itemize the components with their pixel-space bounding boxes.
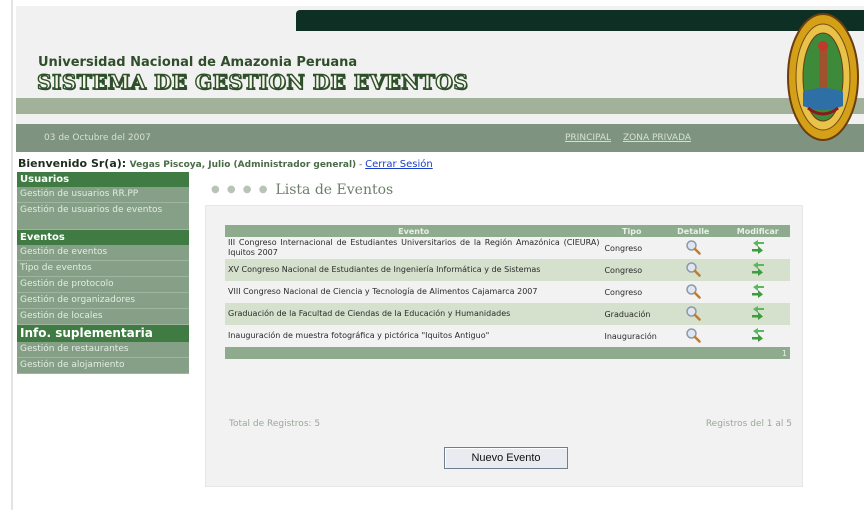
- cell-tipo: Inauguración: [602, 325, 662, 347]
- top-dark-bar: [296, 10, 864, 31]
- records-range: Registros del 1 al 5: [705, 419, 792, 429]
- cell-modificar: [725, 237, 790, 259]
- cell-detalle: [661, 325, 726, 347]
- cell-evento: III Congreso Internacional de Estudiante…: [225, 237, 603, 259]
- cell-modificar: [725, 303, 790, 325]
- left-border-line: [11, 0, 13, 510]
- magnifier-icon[interactable]: [685, 261, 702, 279]
- sidebar-item-protocolo[interactable]: Gestión de protocolo: [17, 277, 189, 293]
- magnifier-icon[interactable]: [685, 283, 702, 301]
- cell-detalle: [661, 237, 726, 259]
- cell-detalle: [661, 281, 726, 303]
- green-arrows-icon[interactable]: [750, 284, 766, 300]
- cell-evento: Inauguración de muestra fotográfica y pi…: [225, 325, 603, 347]
- page-title-text: Lista de Eventos: [275, 182, 394, 198]
- table-row: Graduación de la Facultad de Ciendas de …: [225, 303, 790, 325]
- total-records: Total de Registros: 5: [229, 419, 321, 429]
- green-arrows-icon[interactable]: [750, 262, 766, 278]
- table-row: III Congreso Internacional de Estudiante…: [225, 237, 790, 259]
- welcome-line: Bienvenido Sr(a): Vegas Piscoya, Julio (…: [18, 157, 433, 170]
- sidebar-item-usuarios-rrpp[interactable]: Gestión de usuarios RR.PP: [17, 187, 189, 203]
- cell-modificar: [725, 281, 790, 303]
- sidebar-item-organizadores[interactable]: Gestión de organizadores: [17, 293, 189, 309]
- sidebar-item-gestion-eventos[interactable]: Gestión de eventos: [17, 245, 189, 261]
- cell-evento: VIII Congreso Nacional de Ciencia y Tecn…: [225, 281, 603, 303]
- column-header-tipo: Tipo: [602, 225, 662, 237]
- current-date: 03 de Octubre del 2007: [44, 133, 151, 143]
- sidebar-section-info-suplementaria: Info. suplementaria: [17, 325, 189, 342]
- table-header-row: Evento Tipo Detalle Modificar: [225, 225, 790, 237]
- page: Universidad Nacional de Amazonia Peruana…: [0, 0, 864, 510]
- title-dots-icon: ● ● ● ●: [211, 184, 270, 195]
- sidebar-item-tipo-eventos[interactable]: Tipo de eventos: [17, 261, 189, 277]
- green-arrows-icon[interactable]: [750, 240, 766, 256]
- magnifier-icon[interactable]: [685, 239, 702, 257]
- new-event-button[interactable]: Nuevo Evento: [444, 447, 568, 469]
- nav-link-zona-privada[interactable]: ZONA PRIVADA: [623, 133, 691, 143]
- table-pagination-row: 1: [225, 347, 790, 359]
- header-band: [16, 98, 864, 114]
- sidebar-section-usuarios: Usuarios: [17, 172, 189, 187]
- welcome-label: Bienvenido Sr(a):: [18, 157, 127, 170]
- table-row: VIII Congreso Nacional de Ciencia y Tecn…: [225, 281, 790, 303]
- logout-link[interactable]: Cerrar Sesión: [365, 159, 433, 170]
- column-header-detalle: Detalle: [661, 225, 726, 237]
- sidebar-item-usuarios-eventos[interactable]: Gestión de usuarios de eventos: [17, 203, 189, 230]
- cell-tipo: Congreso: [602, 237, 662, 259]
- sidebar-item-restaurantes[interactable]: Gestión de restaurantes: [17, 342, 189, 358]
- cell-tipo: Congreso: [602, 259, 662, 281]
- sidebar-item-locales[interactable]: Gestión de locales: [17, 309, 189, 325]
- system-title: SISTEMA DE GESTION DE EVENTOS: [36, 69, 469, 94]
- page-title: ● ● ● ● Lista de Eventos: [211, 182, 393, 198]
- sidebar-item-alojamiento[interactable]: Gestión de alojamiento: [17, 358, 189, 374]
- cell-modificar: [725, 325, 790, 347]
- page-number-link[interactable]: 1: [225, 347, 790, 359]
- cell-tipo: Graduación: [602, 303, 662, 325]
- sidebar: Usuarios Gestión de usuarios RR.PP Gesti…: [17, 172, 189, 374]
- column-header-modificar: Modificar: [725, 225, 790, 237]
- cell-evento: XV Congreso Nacional de Estudiantes de I…: [225, 259, 603, 281]
- cell-detalle: [661, 259, 726, 281]
- magnifier-icon[interactable]: [685, 327, 702, 345]
- sidebar-section-eventos: Eventos: [17, 230, 189, 245]
- events-table: Evento Tipo Detalle Modificar III Congre…: [225, 225, 790, 359]
- university-name: Universidad Nacional de Amazonia Peruana: [38, 55, 358, 70]
- cell-modificar: [725, 259, 790, 281]
- table-row: XV Congreso Nacional de Estudiantes de I…: [225, 259, 790, 281]
- cell-tipo: Congreso: [602, 281, 662, 303]
- table-row: Inauguración de muestra fotográfica y pi…: [225, 325, 790, 347]
- column-header-evento: Evento: [225, 225, 603, 237]
- welcome-user: Vegas Piscoya, Julio (Administrador gene…: [129, 160, 357, 170]
- university-seal-logo: [787, 13, 859, 141]
- green-arrows-icon[interactable]: [750, 306, 766, 322]
- cell-detalle: [661, 303, 726, 325]
- cell-evento: Graduación de la Facultad de Ciendas de …: [225, 303, 603, 325]
- welcome-separator: -: [356, 160, 366, 170]
- magnifier-icon[interactable]: [685, 305, 702, 323]
- green-arrows-icon[interactable]: [750, 328, 766, 344]
- nav-link-principal[interactable]: PRINCIPAL: [565, 133, 611, 143]
